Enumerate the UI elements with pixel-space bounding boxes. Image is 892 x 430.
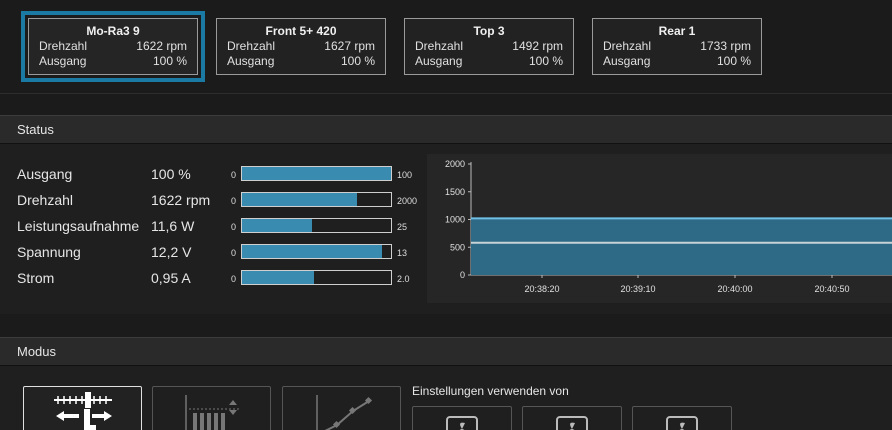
fan-icon: [666, 416, 698, 430]
fan-card-mo-ra3[interactable]: Mo-Ra3 9 Drehzahl 1622 rpm Ausgang 100 %: [21, 11, 205, 82]
fan-icon: [556, 416, 588, 430]
status-title: Status: [17, 122, 54, 137]
status-header: Status: [0, 115, 892, 144]
y-tick-label: 2000: [445, 159, 465, 169]
output-value: 100 %: [152, 54, 187, 68]
bar-min: 0: [231, 196, 237, 206]
y-tick-label: 1500: [445, 187, 465, 197]
speed-label: Drehzahl: [415, 39, 464, 53]
output-value: 100 %: [528, 54, 563, 68]
stat-value: 1622 rpm: [151, 192, 211, 208]
fan-selector-strip: Mo-Ra3 9 Drehzahl 1622 rpm Ausgang 100 % F…: [0, 0, 892, 94]
source-fan-button-1[interactable]: [412, 406, 512, 430]
voltage-bar: [241, 244, 392, 259]
bar-max: 2000: [397, 196, 418, 206]
speed-value: 1492 rpm: [512, 39, 563, 53]
y-tick-label: 0: [460, 270, 465, 280]
stat-label: Drehzahl: [17, 192, 74, 208]
fan-card-rear[interactable]: Rear 1 Drehzahl 1733 rpm Ausgang 100 %: [592, 18, 762, 75]
bar-fill: [242, 245, 382, 258]
manual-slider-icon: [54, 392, 112, 430]
output-label: Ausgang: [227, 54, 275, 68]
modus-title: Modus: [17, 344, 57, 359]
output-label: Ausgang: [603, 54, 651, 68]
bar-fill: [242, 193, 357, 206]
bar-max: 25: [397, 222, 408, 232]
y-tick-label: 500: [450, 242, 465, 252]
speed-label: Drehzahl: [227, 39, 276, 53]
speed-value: 1622 rpm: [136, 39, 187, 53]
x-tick-label: 20:39:10: [620, 284, 655, 294]
x-tick-label: 20:38:20: [524, 284, 559, 294]
current-bar: [241, 270, 392, 285]
output-label: Ausgang: [39, 54, 87, 68]
stat-label: Strom: [17, 270, 55, 286]
speed-label: Drehzahl: [39, 39, 88, 53]
bar-min: 0: [231, 170, 237, 180]
fan-name: Top 3: [473, 24, 505, 38]
x-tick-label: 20:40:00: [717, 284, 752, 294]
bar-max: 2.0: [397, 274, 410, 284]
x-tick-label: 20:40:50: [814, 284, 849, 294]
bar-min: 0: [231, 248, 237, 258]
y-tick-label: 1000: [445, 215, 465, 225]
fan-name: Rear 1: [658, 24, 696, 38]
curve-mode-button[interactable]: [152, 386, 271, 430]
stat-value: 11,6 W: [151, 218, 195, 234]
fan-name: Front 5+ 420: [265, 24, 337, 38]
fan-name: Mo-Ra3 9: [86, 24, 140, 38]
bar-max: 100: [397, 170, 413, 180]
area-series-fill: [471, 218, 892, 275]
use-settings-label: Einstellungen verwenden von: [412, 384, 569, 398]
source-fan-button-2[interactable]: [522, 406, 622, 430]
linear-curve-mode-button[interactable]: [282, 386, 401, 430]
bar-fill: [242, 219, 312, 232]
chart-svg: 0 500 1000 1500 2000 20:38:20 20:39:10 20:40:00…: [445, 159, 892, 294]
fan-icon: [446, 416, 478, 430]
speed-history-chart: 0 500 1000 1500 2000 20:38:20 20:39:10 20:40:00…: [427, 154, 892, 303]
stat-label: Spannung: [17, 244, 81, 260]
linear-curve-icon: [316, 395, 373, 430]
stat-value: 100 %: [151, 166, 191, 182]
power-bar: [241, 218, 392, 233]
stat-label: Leistungsaufnahme: [17, 218, 140, 234]
speed-value: 1627 rpm: [324, 39, 375, 53]
stat-value: 12,2 V: [151, 244, 192, 260]
stat-value: 0,95 A: [151, 270, 191, 286]
manual-mode-button[interactable]: [23, 386, 142, 430]
bar-fill: [242, 271, 314, 284]
bar-min: 0: [231, 222, 237, 232]
speed-value: 1733 rpm: [700, 39, 751, 53]
bar-min: 0: [231, 274, 237, 284]
bar-curve-icon: [185, 395, 239, 430]
source-fan-button-3[interactable]: [632, 406, 732, 430]
bar-fill: [242, 167, 391, 180]
fan-card-front[interactable]: Front 5+ 420 Drehzahl 1627 rpm Ausgang 100…: [216, 18, 386, 75]
bar-max: 13: [397, 248, 408, 258]
output-value: 100 %: [716, 54, 751, 68]
modus-header: Modus: [0, 337, 892, 366]
speed-bar: [241, 192, 392, 207]
output-value: 100 %: [340, 54, 375, 68]
fan-card-top[interactable]: Top 3 Drehzahl 1492 rpm Ausgang 100 %: [404, 18, 574, 75]
speed-label: Drehzahl: [603, 39, 652, 53]
output-label: Ausgang: [415, 54, 463, 68]
output-bar: [241, 166, 392, 181]
stat-label: Ausgang: [17, 166, 73, 182]
